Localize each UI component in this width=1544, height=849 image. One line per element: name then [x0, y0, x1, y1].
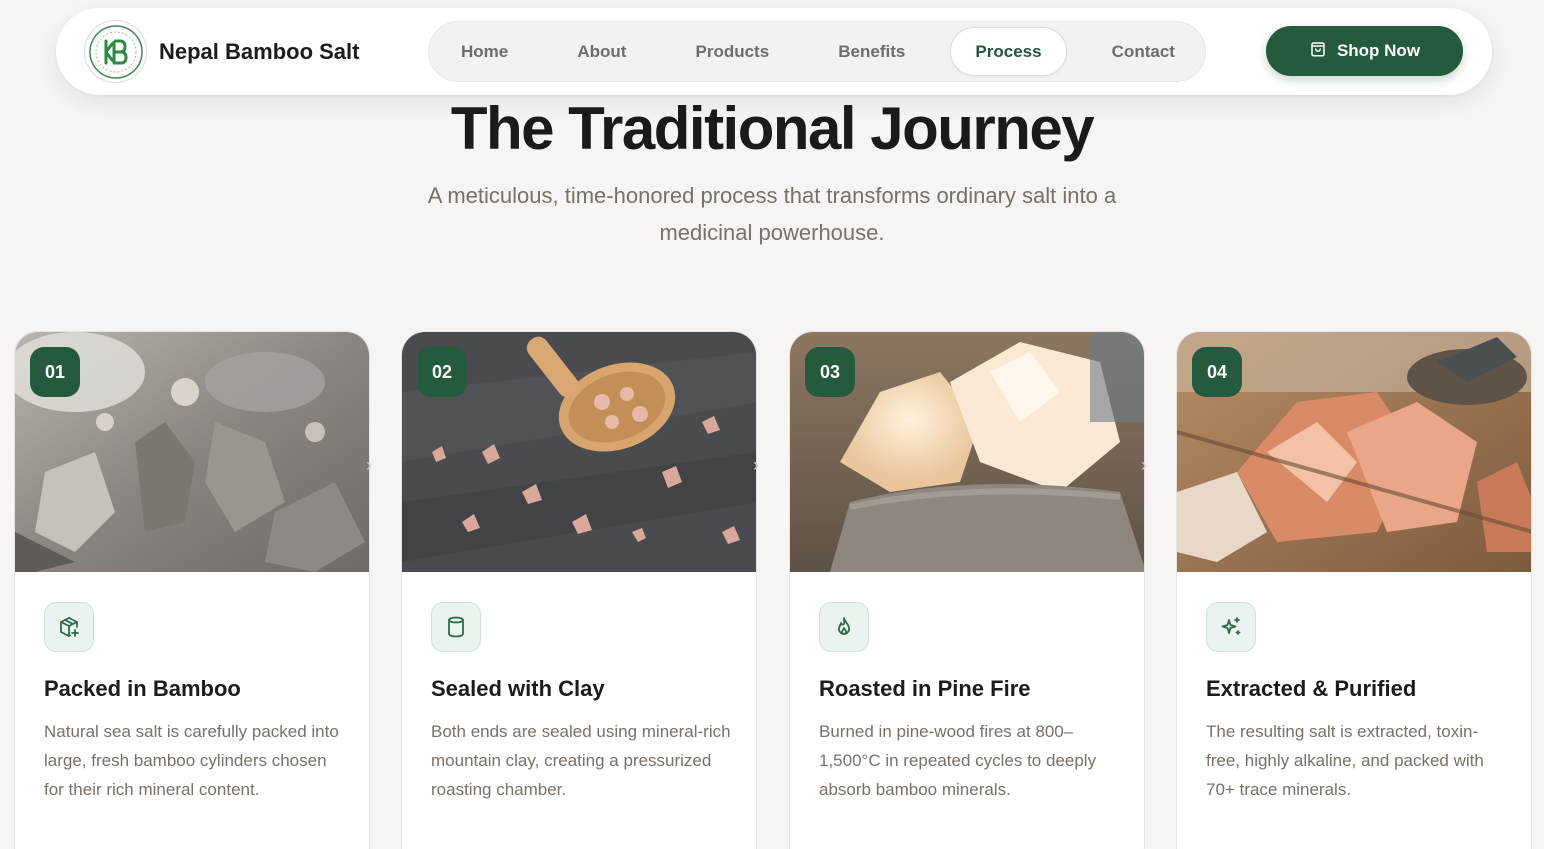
step-number-badge: 01: [30, 347, 80, 397]
card-description: Natural sea salt is carefully packed int…: [44, 722, 339, 799]
shop-now-button[interactable]: Shop Now: [1266, 26, 1463, 76]
section-subtitle: A meticulous, time-honored process that …: [427, 183, 1117, 245]
nav-item-home[interactable]: Home: [437, 27, 532, 76]
step-number-badge: 04: [1192, 347, 1242, 397]
nav-item-contact[interactable]: Contact: [1088, 27, 1199, 76]
chevron-right-icon: ›: [1141, 455, 1147, 475]
chevron-right-icon: ›: [753, 455, 759, 475]
nav-item-process[interactable]: Process: [950, 27, 1067, 76]
card-description: Both ends are sealed using mineral-rich …: [431, 722, 731, 799]
shop-now-label: Shop Now: [1336, 41, 1421, 60]
nav-item-benefits[interactable]: Benefits: [814, 27, 929, 76]
shopping-bag-icon: [1309, 40, 1327, 63]
process-card-3: 03 Roasted in Pine Fire Burned in pine-w…: [789, 331, 1145, 849]
process-card-1: 01 Packed in Bamboo Natural sea salt is …: [14, 331, 370, 849]
brand[interactable]: Nepal Bamboo Salt: [84, 20, 359, 83]
site-header: Nepal Bamboo Salt Home About Products Be…: [56, 8, 1492, 95]
card-description: Burned in pine-wood fires at 800–1,500°C…: [819, 722, 1097, 799]
nav-item-products[interactable]: Products: [671, 27, 793, 76]
section-title: The Traditional Journey: [450, 95, 1095, 162]
card-description: The resulting salt is extracted, toxin-f…: [1206, 722, 1484, 799]
package-plus-icon: [44, 602, 94, 652]
sparkles-icon: [1206, 602, 1256, 652]
card-title: Roasted in Pine Fire: [819, 676, 1031, 701]
process-card-2: 02 Sealed with Clay Both ends are sealed…: [401, 331, 757, 849]
flame-icon: [819, 602, 869, 652]
process-card-4: 04 Extracted & Purified The resulting sa…: [1176, 331, 1532, 849]
card-title: Extracted & Purified: [1206, 676, 1417, 701]
card-title: Sealed with Clay: [431, 676, 605, 701]
step-number-badge: 03: [805, 347, 855, 397]
brand-logo: [84, 20, 147, 83]
brand-name: Nepal Bamboo Salt: [159, 38, 360, 64]
chevron-right-icon: ›: [366, 455, 372, 475]
main-nav: Home About Products Benefits Process Con…: [428, 21, 1206, 82]
cylinder-icon: [431, 602, 481, 652]
nav-item-about[interactable]: About: [553, 27, 650, 76]
step-number-badge: 02: [417, 347, 467, 397]
card-title: Packed in Bamboo: [44, 676, 241, 701]
